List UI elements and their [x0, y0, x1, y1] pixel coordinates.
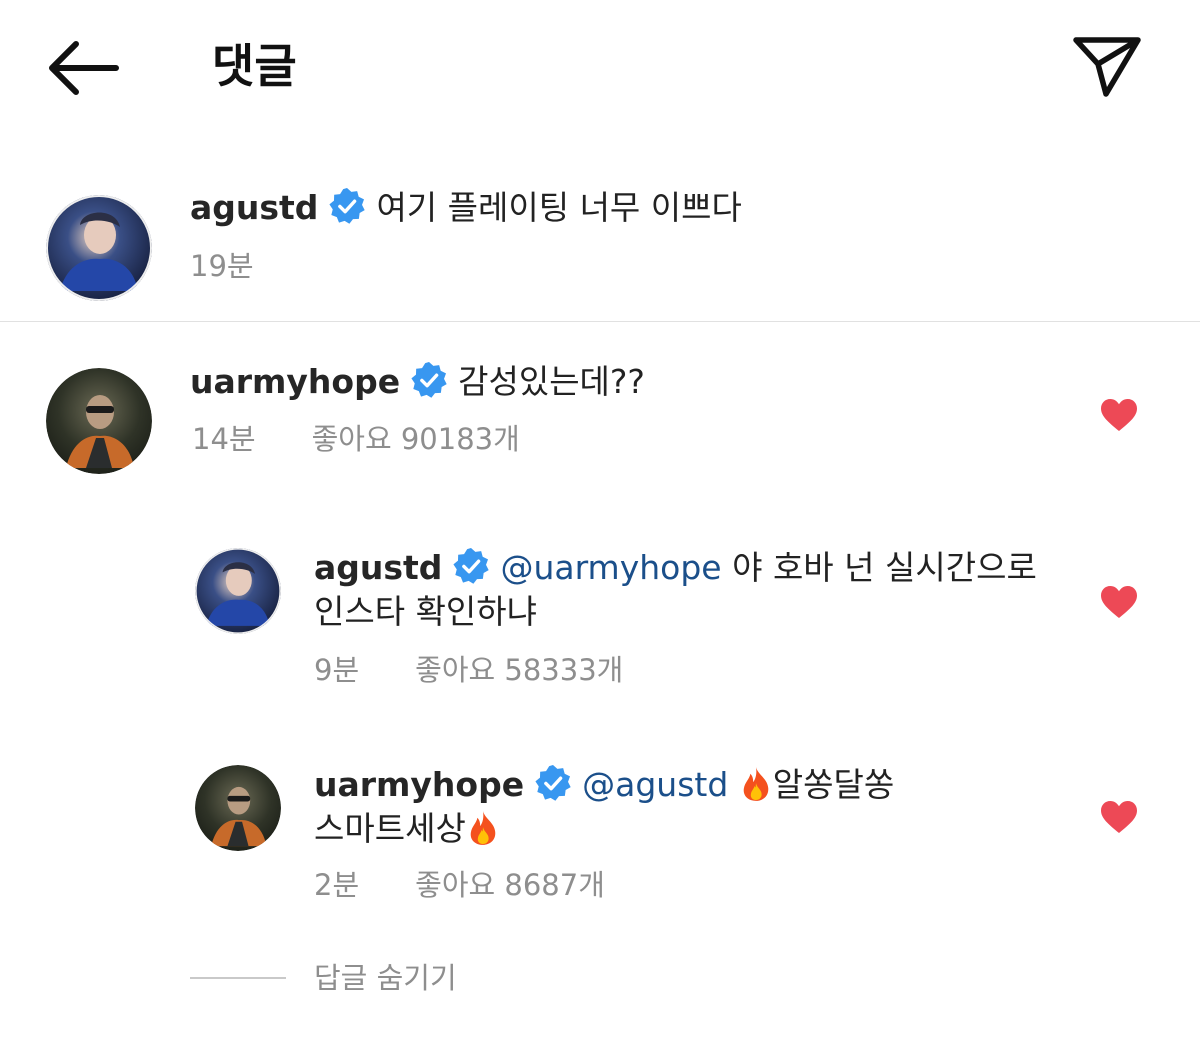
reply-likes[interactable]: 좋아요 58333개: [415, 653, 623, 687]
back-arrow-icon[interactable]: [40, 38, 124, 98]
reply-text: 알쏭달쏭: [772, 765, 895, 804]
post-username[interactable]: agustd: [190, 188, 318, 227]
reply-time: 9분: [314, 653, 360, 687]
heart-icon[interactable]: [1100, 398, 1138, 432]
fire-icon: [741, 766, 771, 802]
verified-badge-icon: [410, 361, 448, 399]
post-meta: 19분: [190, 246, 254, 286]
comment-username[interactable]: uarmyhope: [190, 362, 400, 401]
avatar[interactable]: [46, 368, 152, 474]
verified-badge-icon: [328, 187, 366, 225]
post-text: 여기 플레이팅 너무 이쁘다: [376, 188, 742, 227]
heart-icon[interactable]: [1100, 585, 1138, 619]
hide-replies-rule: [190, 977, 286, 979]
reply-text-line: agustd @uarmyhope 야 호바 넌 실시간으로: [314, 546, 1037, 590]
comment-likes[interactable]: 좋아요 90183개: [312, 422, 520, 456]
hide-replies-button[interactable]: 답글 숨기기: [314, 958, 457, 998]
reply-text-line: uarmyhope @agustd 알쏭달쏭: [314, 763, 894, 807]
comment-meta: 14분 좋아요 90183개: [192, 419, 520, 459]
reply-text: 야 호바 넌 실시간으로: [732, 548, 1037, 587]
page-title: 댓글: [212, 39, 297, 93]
comment-text: 감성있는데??: [458, 362, 645, 401]
verified-badge-icon: [452, 547, 490, 585]
reply-mention[interactable]: @uarmyhope: [500, 548, 721, 587]
reply-meta: 9분 좋아요 58333개: [314, 650, 623, 690]
fire-icon: [468, 810, 498, 846]
comment-time: 14분: [192, 422, 256, 456]
reply-text: 스마트세상: [314, 809, 466, 848]
divider: [0, 321, 1200, 322]
avatar[interactable]: [195, 548, 281, 634]
reply-meta: 2분 좋아요 8687개: [314, 865, 605, 905]
reply-likes[interactable]: 좋아요 8687개: [415, 868, 605, 902]
avatar[interactable]: [195, 765, 281, 851]
reply-username[interactable]: agustd: [314, 548, 442, 587]
reply-text-line: 스마트세상: [314, 807, 500, 851]
verified-badge-icon: [534, 764, 572, 802]
comment-text-line: uarmyhope 감성있는데??: [190, 360, 645, 404]
post-caption: agustd 여기 플레이팅 너무 이쁘다: [190, 186, 742, 230]
reply-username[interactable]: uarmyhope: [314, 765, 524, 804]
heart-icon[interactable]: [1100, 800, 1138, 834]
reply-time: 2분: [314, 868, 360, 902]
reply-text-line: 인스타 확인하냐: [314, 592, 538, 631]
avatar[interactable]: [46, 195, 152, 301]
paper-plane-icon[interactable]: [1066, 30, 1146, 102]
post-time: 19분: [190, 249, 254, 283]
reply-mention[interactable]: @agustd: [582, 765, 728, 804]
